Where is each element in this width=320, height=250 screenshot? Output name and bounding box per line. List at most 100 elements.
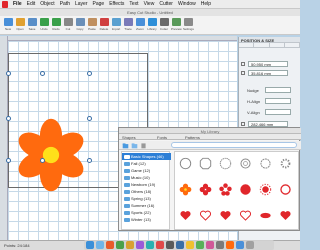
app-icon[interactable]	[156, 241, 164, 249]
tree-item-sports[interactable]: Sports (22)	[122, 209, 171, 216]
tab-fonts[interactable]: Fonts	[157, 135, 167, 140]
selection-handle-bottom[interactable]	[40, 158, 45, 163]
settings-button[interactable]: Settings	[183, 18, 194, 33]
panel-tab-fill[interactable]	[254, 43, 270, 47]
app-icon[interactable]	[146, 241, 154, 249]
menu-file[interactable]: File	[13, 1, 22, 7]
app-icon[interactable]	[236, 241, 244, 249]
app-icon[interactable]	[176, 241, 184, 249]
delete-button[interactable]: Delete	[99, 18, 109, 33]
app-icon[interactable]	[116, 241, 124, 249]
shape-flower-2[interactable]	[258, 156, 273, 171]
shape-lips[interactable]	[258, 208, 273, 223]
library-button[interactable]: Library	[147, 18, 157, 33]
shape-heart-3[interactable]	[278, 208, 293, 223]
folder-icon[interactable]	[131, 142, 138, 149]
tree-item-winter[interactable]: Winter (13)	[122, 216, 171, 223]
shape-heart-outline-2[interactable]	[238, 208, 253, 223]
app-icon[interactable]	[2, 0, 8, 8]
tree-item-game[interactable]: Game (12)	[122, 167, 171, 174]
tree-item-newborn[interactable]: Newborn (19)	[122, 181, 171, 188]
panel-tab-effects[interactable]	[285, 43, 300, 47]
tree-item-others[interactable]: Others (18)	[122, 188, 171, 195]
tab-patterns[interactable]: Patterns	[185, 135, 200, 140]
flower-shape[interactable]	[14, 118, 88, 192]
shape-swirl[interactable]	[278, 182, 293, 197]
app-icon[interactable]	[166, 241, 174, 249]
menu-window[interactable]: Window	[178, 1, 196, 7]
preview-button[interactable]: Preview	[171, 18, 182, 33]
shape-flower-orange[interactable]	[178, 182, 193, 197]
tree-item-summer[interactable]: Summer (16)	[122, 202, 171, 209]
shape-heart[interactable]	[178, 208, 193, 223]
nudge-select[interactable]	[265, 87, 291, 93]
menu-object[interactable]: Object	[40, 1, 54, 7]
undo-button[interactable]: Undo	[39, 18, 49, 33]
menu-text[interactable]: Text	[129, 1, 138, 7]
selection-handle-right[interactable]	[87, 116, 92, 121]
selection-handle-bottom-right[interactable]	[87, 158, 92, 163]
menu-view[interactable]: View	[144, 1, 155, 7]
v-align-select[interactable]	[265, 109, 291, 115]
tree-item-fall[interactable]: Fall (12)	[122, 160, 171, 167]
shape-flower-red[interactable]	[198, 182, 213, 197]
shape-gear[interactable]	[278, 156, 293, 171]
tree-item-basic-shapes[interactable]: Basic Shapes (46)	[122, 153, 171, 160]
h-align-select[interactable]	[265, 98, 291, 104]
shape-flower[interactable]	[238, 156, 253, 171]
panel-tab-position[interactable]	[239, 43, 255, 47]
app-icon[interactable]	[126, 241, 134, 249]
shape-heart-2[interactable]	[218, 208, 233, 223]
menu-cutter[interactable]: Cutter	[159, 1, 173, 7]
shape-circle[interactable]	[178, 156, 193, 171]
new-button[interactable]: New	[3, 18, 13, 33]
zoom-button[interactable]: Zoom	[135, 18, 145, 33]
app-icon[interactable]	[186, 241, 194, 249]
selection-handle-top[interactable]	[40, 71, 45, 76]
selection-handle-left[interactable]	[6, 116, 11, 121]
panel-tab-stroke[interactable]	[270, 43, 285, 47]
import-button[interactable]: Import	[111, 18, 121, 33]
menu-layer[interactable]: Layer	[75, 1, 88, 7]
height-field[interactable]: 35.816 mm	[248, 70, 288, 76]
selection-handle-top-right[interactable]	[87, 71, 92, 76]
menu-effects[interactable]: Effects	[109, 1, 124, 7]
preview-icon	[171, 18, 181, 26]
shape-heart-outline[interactable]	[198, 208, 213, 223]
app-icon[interactable]	[196, 241, 204, 249]
width-field[interactable]: 50.950 mm	[248, 61, 288, 67]
cutter-button[interactable]: Cutter	[159, 18, 169, 33]
selection-handle-bottom-left[interactable]	[6, 158, 11, 163]
shape-sun[interactable]	[258, 182, 273, 197]
paste-button[interactable]: Paste	[87, 18, 97, 33]
tree-item-spring[interactable]: Spring (13)	[122, 195, 171, 202]
menu-path[interactable]: Path	[60, 1, 70, 7]
menu-edit[interactable]: Edit	[27, 1, 36, 7]
delete-folder-icon[interactable]	[140, 142, 147, 149]
app-icon[interactable]	[206, 241, 214, 249]
open-button[interactable]: Open	[15, 18, 25, 33]
app-icon[interactable]	[216, 241, 224, 249]
selection-handle-top-left[interactable]	[6, 71, 11, 76]
library-search-input[interactable]	[171, 142, 297, 148]
menu-page[interactable]: Page	[93, 1, 105, 7]
finder-icon[interactable]	[86, 241, 94, 249]
redo-button[interactable]: Redo	[51, 18, 61, 33]
easy-cut-studio-icon[interactable]	[226, 241, 234, 249]
shape-octagon[interactable]	[198, 156, 213, 171]
app-icon[interactable]	[136, 241, 144, 249]
trace-button[interactable]: Trace	[123, 18, 133, 33]
cut-button[interactable]: Cut	[63, 18, 73, 33]
shape-badge[interactable]	[218, 156, 233, 171]
app-icon[interactable]	[106, 241, 114, 249]
tab-shapes[interactable]: Shapes	[122, 135, 136, 140]
menu-help[interactable]: Help	[201, 1, 211, 7]
tree-item-music[interactable]: Music (10)	[122, 174, 171, 181]
new-folder-icon[interactable]	[122, 142, 129, 149]
trash-icon[interactable]	[246, 241, 254, 249]
save-button[interactable]: Save	[27, 18, 37, 33]
shape-flower-red-3[interactable]	[238, 182, 253, 197]
shape-flower-red-2[interactable]	[218, 182, 233, 197]
copy-button[interactable]: Copy	[75, 18, 85, 33]
safari-icon[interactable]	[96, 241, 104, 249]
